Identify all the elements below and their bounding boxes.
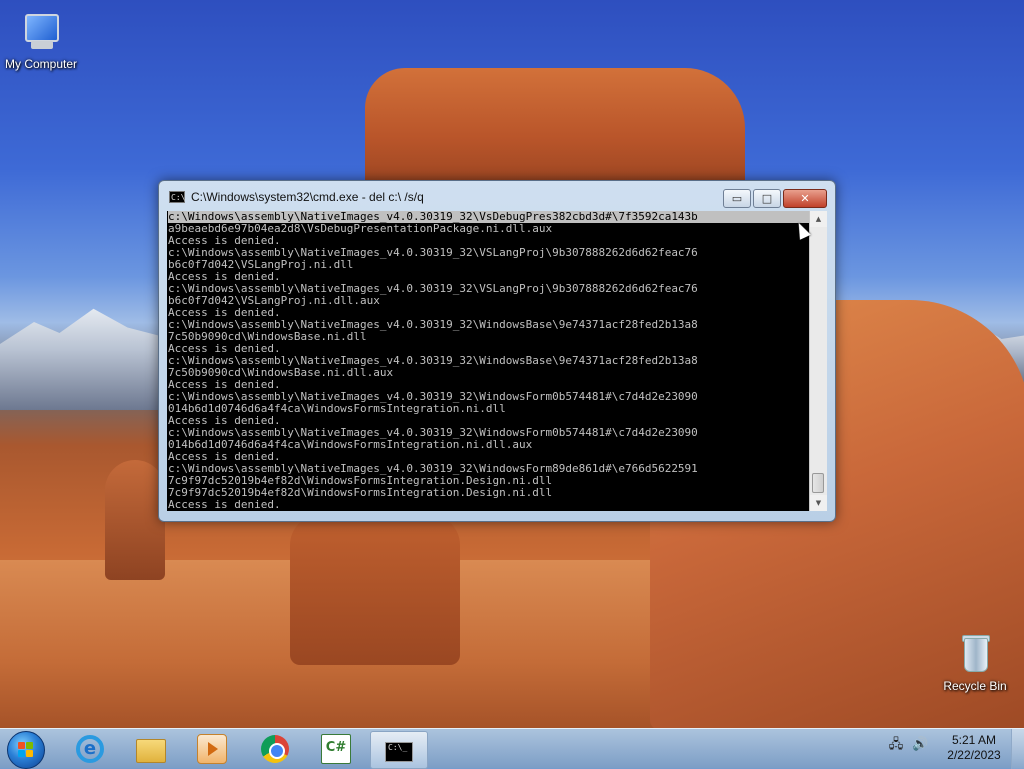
- console-text: c:\Windows\assembly\NativeImages_v4.0.30…: [167, 211, 809, 511]
- console-line: Access is denied.: [168, 271, 281, 283]
- console-line: c:\Windows\assembly\NativeImages_v4.0.30…: [168, 427, 698, 439]
- window-controls: ▭ □ ✕: [721, 189, 827, 208]
- console-line: Access is denied.: [168, 379, 281, 391]
- console-line: c:\Windows\assembly\NativeImages_v4.0.30…: [168, 463, 698, 475]
- media-player-icon: [197, 734, 227, 764]
- console-line: b6c0f7d042\VSLangProj.ni.dll.aux: [168, 295, 380, 307]
- wallpaper-rock-small: [105, 460, 165, 580]
- console-line: Access is denied.: [168, 307, 281, 319]
- taskbar-item-internet-explorer[interactable]: e: [62, 731, 118, 767]
- console-line: 014b6d1d0746d6a4f4ca\WindowsFormsIntegra…: [168, 403, 506, 415]
- minimize-button[interactable]: ▭: [723, 189, 751, 208]
- console-line: Access is denied.: [168, 499, 281, 511]
- start-button[interactable]: [7, 731, 45, 769]
- desktop-icon-label: My Computer: [4, 57, 78, 71]
- console-line: a9beaebd6e97b04ea2d8\VsDebugPresentation…: [168, 223, 553, 235]
- volume-icon[interactable]: 🔊: [912, 737, 928, 753]
- console-line: c:\Windows\assembly\NativeImages_v4.0.30…: [168, 319, 698, 331]
- console-output[interactable]: c:\Windows\assembly\NativeImages_v4.0.30…: [167, 211, 809, 511]
- console-line: c:\Windows\assembly\NativeImages_v4.0.30…: [168, 355, 698, 367]
- scroll-up-button[interactable]: ▲: [810, 211, 827, 227]
- cmd-icon: C:\_: [385, 742, 413, 762]
- taskbar-item-chrome[interactable]: [247, 731, 303, 767]
- wallpaper-arch-left: [290, 515, 460, 665]
- maximize-button[interactable]: □: [753, 189, 781, 208]
- taskbar-item-media-player[interactable]: [184, 731, 240, 767]
- console-line: 7c50b9090cd\WindowsBase.ni.dll: [168, 331, 367, 343]
- show-desktop-button[interactable]: [1011, 729, 1024, 769]
- vertical-scrollbar[interactable]: ▲ ▼: [809, 211, 827, 511]
- taskbar-item-csharp-editor[interactable]: C#: [308, 731, 364, 767]
- taskbar-item-cmd[interactable]: C:\_: [370, 731, 428, 769]
- console-line: Access is denied.: [168, 235, 281, 247]
- console-line: Access is denied.: [168, 451, 281, 463]
- console-line: Access is denied.: [168, 415, 281, 427]
- console-line: c:\Windows\assembly\NativeImages_v4.0.30…: [168, 211, 809, 223]
- csharp-icon: C#: [321, 734, 351, 764]
- internet-explorer-icon: e: [76, 735, 104, 763]
- taskbar-item-file-explorer[interactable]: [123, 731, 179, 767]
- scroll-thumb[interactable]: [812, 473, 824, 493]
- computer-icon: [19, 10, 63, 54]
- console-line: 7c9f97dc52019b4ef82d\WindowsFormsIntegra…: [168, 475, 553, 487]
- desktop-icon-my-computer[interactable]: My Computer: [0, 10, 82, 71]
- scroll-down-button[interactable]: ▼: [810, 495, 827, 511]
- console-line: 7c9f97dc52019b4ef82d\WindowsFormsIntegra…: [168, 487, 553, 499]
- taskbar: e C# C:\_ 🖧 🔊 5:21 AM 2/22/2023: [0, 728, 1024, 769]
- system-tray: 🖧 🔊: [888, 737, 936, 753]
- window-title: C:\Windows\system32\cmd.exe - del c:\ /s…: [191, 190, 424, 204]
- chrome-icon: [261, 735, 289, 763]
- cmd-icon: C:\: [169, 191, 186, 203]
- folder-icon: [136, 739, 166, 763]
- network-icon[interactable]: 🖧: [888, 737, 904, 753]
- console-line: c:\Windows\assembly\NativeImages_v4.0.30…: [168, 391, 698, 403]
- title-bar[interactable]: C:\ C:\Windows\system32\cmd.exe - del c:…: [159, 181, 835, 211]
- desktop-icon-label: Recycle Bin: [943, 679, 1007, 693]
- clock-date: 2/22/2023: [947, 748, 1001, 762]
- clock[interactable]: 5:21 AM 2/22/2023: [938, 733, 1010, 763]
- windows-start-icon: [18, 742, 34, 758]
- console-line: b6c0f7d042\VSLangProj.ni.dll: [168, 259, 354, 271]
- console-line: c:\Windows\assembly\NativeImages_v4.0.30…: [168, 247, 698, 259]
- console-line: c:\Windows\assembly\NativeImages_v4.0.30…: [168, 283, 698, 295]
- desktop-icon-recycle-bin[interactable]: Recycle Bin: [934, 632, 1016, 693]
- cmd-window[interactable]: C:\ C:\Windows\system32\cmd.exe - del c:…: [158, 180, 836, 522]
- wallpaper-mountains-left: [0, 308, 170, 410]
- clock-time: 5:21 AM: [951, 733, 997, 747]
- console-line: Access is denied.: [168, 343, 281, 355]
- close-button[interactable]: ✕: [783, 189, 827, 208]
- console-line: 014b6d1d0746d6a4f4ca\WindowsFormsIntegra…: [168, 439, 533, 451]
- console-line: 7c50b9090cd\WindowsBase.ni.dll.aux: [168, 367, 394, 379]
- recycle-bin-icon: [953, 632, 997, 676]
